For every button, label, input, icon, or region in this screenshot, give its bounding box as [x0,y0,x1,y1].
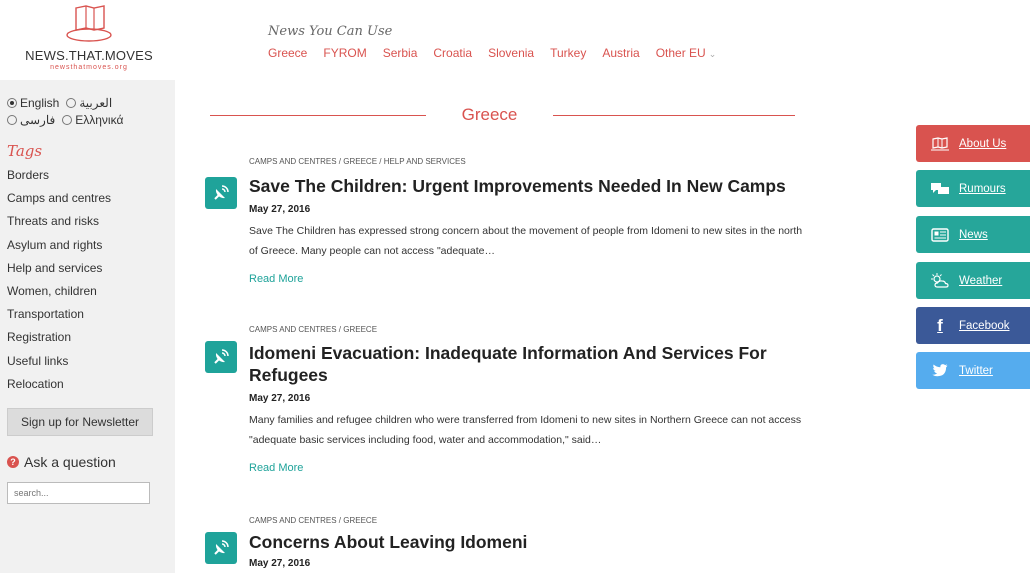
tag-registration[interactable]: Registration [7,326,175,349]
facebook-icon: f [937,315,943,335]
radio-farsi[interactable] [7,114,17,125]
newsletter-button[interactable]: Sign up for Newsletter [7,407,153,436]
lang-english[interactable]: English [20,96,59,110]
chat-icon [930,182,950,196]
satellite-icon [205,532,237,564]
article-categories[interactable]: CAMPS AND CENTRES / GREECE [249,325,377,334]
site-tagline: News You Can Use [268,24,393,39]
article-categories[interactable]: CAMPS AND CENTRES / GREECE / HELP AND SE… [249,157,466,166]
rumours-label: Rumours [959,182,1006,195]
satellite-icon [205,341,237,373]
chevron-down-icon: ⌄ [708,49,717,59]
nav-croatia[interactable]: Croatia [433,46,472,60]
tags-heading: Tags [7,142,43,160]
tag-borders[interactable]: Borders [7,164,175,187]
weather-icon [930,272,950,289]
map-logo-icon [66,5,112,42]
nav-turkey[interactable]: Turkey [550,46,586,60]
rumours-button[interactable]: Rumours [916,170,1030,207]
news-button[interactable]: News [916,216,1030,253]
article-title[interactable]: Save The Children: Urgent Improvements N… [249,175,809,197]
section-heading: Greece [210,104,795,126]
site-header: NEWS.THAT.MOVES newsthatmoves.org News Y… [0,0,1030,80]
language-row-2: فارسی Ελληνικά [7,111,175,128]
facebook-label: Facebook [959,319,1010,332]
left-sidebar: English العربية فارسی Ελληνικά Tags Bord… [0,80,175,573]
article-item: CAMPS AND CENTRES / GREECE / HELP AND SE… [205,157,805,297]
search-input[interactable] [7,481,150,504]
tag-relocation[interactable]: Relocation [7,373,175,396]
article-categories[interactable]: CAMPS AND CENTRES / GREECE [249,516,377,525]
tag-women-children[interactable]: Women, children [7,280,175,303]
divider-right [553,115,795,116]
tag-threats-and-risks[interactable]: Threats and risks [7,210,175,233]
question-icon: ? [7,455,19,468]
article-title[interactable]: Idomeni Evacuation: Inadequate Informati… [249,342,809,386]
radio-english[interactable] [7,97,17,108]
about-us-label: About Us [959,137,1007,150]
section-title: Greece [461,105,518,124]
map-icon [930,136,950,151]
twitter-label: Twitter [959,364,993,377]
article-date: May 27, 2016 [249,204,311,215]
nav-fyrom[interactable]: FYROM [323,46,366,60]
nav-serbia[interactable]: Serbia [383,46,418,60]
read-more-link[interactable]: Read More [249,273,303,285]
tag-transportation[interactable]: Transportation [7,303,175,326]
article-item: CAMPS AND CENTRES / GREECE Idomeni Evacu… [205,325,805,480]
logo-subtitle: newsthatmoves.org [50,64,128,71]
article-date: May 27, 2016 [249,393,311,404]
lang-farsi[interactable]: فارسی [20,113,55,127]
article-excerpt: Many families and refugee children who w… [249,414,802,446]
weather-label: Weather [959,274,1003,287]
read-more-link[interactable]: Read More [249,462,303,474]
article-item: CAMPS AND CENTRES / GREECE Concerns Abou… [205,516,805,573]
twitter-button[interactable]: Twitter [916,352,1030,389]
nav-austria[interactable]: Austria [602,46,639,60]
article-excerpt: Save The Children has expressed strong c… [249,225,803,257]
nav-other-eu[interactable]: Other EU [656,46,706,60]
nav-greece[interactable]: Greece [268,46,307,60]
weather-button[interactable]: Weather [916,262,1030,299]
tag-useful-links[interactable]: Useful links [7,350,175,373]
article-title[interactable]: Concerns About Leaving Idomeni [249,531,809,553]
facebook-button[interactable]: f Facebook [916,307,1030,344]
article-date: May 27, 2016 [249,558,311,569]
nav-other-eu-dropdown[interactable]: Other EU ⌄ [656,46,717,60]
logo-title: NEWS.THAT.MOVES [25,48,153,63]
radio-greek[interactable] [62,114,73,125]
nav-slovenia[interactable]: Slovenia [488,46,534,60]
news-label: News [959,228,988,241]
ask-question-label: Ask a question [24,453,116,470]
country-nav: Greece FYROM Serbia Croatia Slovenia Tur… [268,46,716,60]
divider-left [210,115,426,116]
ask-question-link[interactable]: ? Ask a question [7,454,175,470]
radio-arabic[interactable] [66,97,77,108]
newspaper-icon [930,227,950,242]
satellite-icon [205,177,237,209]
tag-asylum-and-rights[interactable]: Asylum and rights [7,234,175,257]
language-row-1: English العربية [7,94,175,111]
tag-help-and-services[interactable]: Help and services [7,257,175,280]
twitter-icon [930,364,950,377]
tag-camps-and-centres[interactable]: Camps and centres [7,187,175,210]
site-logo[interactable]: NEWS.THAT.MOVES newsthatmoves.org [14,4,164,71]
about-us-button[interactable]: About Us [916,125,1030,162]
lang-arabic[interactable]: العربية [79,96,112,110]
lang-greek[interactable]: Ελληνικά [75,113,123,127]
